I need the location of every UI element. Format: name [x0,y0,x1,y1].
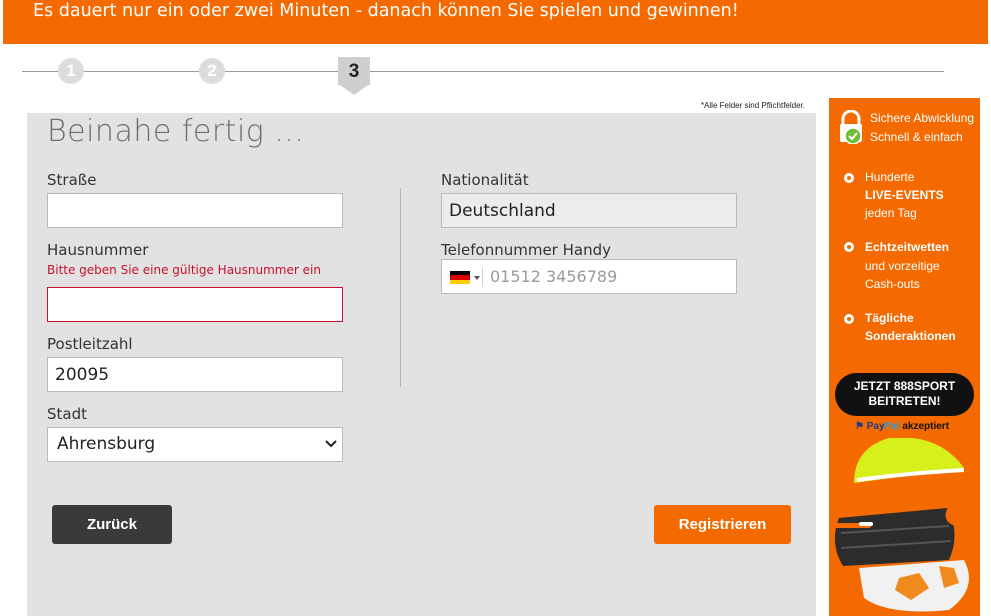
city-label: Stadt [47,405,87,423]
promo-sidebar: Sichere Abwicklung Schnell & einfach Hun… [829,98,980,616]
step-3-active: 3 [338,57,370,85]
progress-line [22,71,944,72]
paypal-logo-pal: Pal [884,421,900,432]
lock-icon [840,110,862,144]
bullet-icon [844,314,854,324]
column-divider [400,188,401,387]
step-2: 2 [199,58,225,84]
paypal-accepted: ⚑ PayPal akzeptiert [855,421,949,432]
house-number-label: Hausnummer [47,241,149,259]
banner-text: Es dauert nur ein oder zwei Minuten - da… [33,1,739,21]
city-selected-value: Ahrensburg [57,434,156,454]
phone-field[interactable]: 01512 3456789 [441,259,737,294]
phone-separator [482,267,483,287]
germany-flag-icon[interactable] [450,271,470,284]
required-fields-note: *Alle Felder sind Pflichtfelder. [700,101,805,110]
paypal-accepted-text: akzeptiert [902,421,950,432]
bullet-3-line-2: Sonderaktionen [865,329,956,343]
bullet-2-line-2: und vorzeitige [865,259,940,273]
sports-balls-image [833,438,980,616]
house-number-input[interactable] [47,287,343,322]
nationality-field [441,193,737,228]
bullet-icon [844,242,854,252]
top-banner: Es dauert nur ein oder zwei Minuten - da… [3,0,988,44]
back-button[interactable]: Zurück [52,505,172,544]
join-button-line-2: BEITRETEN! [868,394,941,408]
house-number-error: Bitte geben Sie eine gültige Hausnummer … [47,263,321,277]
register-button[interactable]: Registrieren [654,505,791,544]
bullet-icon [844,173,854,183]
active-step-pointer [340,85,368,95]
chevron-down-icon [325,440,337,448]
country-dropdown-icon[interactable] [474,276,480,280]
join-button-line-1: JETZT 888SPORT [853,379,956,393]
street-input[interactable] [47,193,343,228]
paypal-logo-pay: Pay [866,421,885,432]
bullet-1-line-1: Hunderte [865,170,915,184]
page-title: Beinahe fertig ... [47,114,305,149]
join-888sport-button[interactable]: JETZT 888SPORT BEITRETEN! [835,373,974,416]
secure-text-2: Schnell & einfach [870,130,963,144]
postal-code-input[interactable] [47,357,343,392]
phone-placeholder: 01512 3456789 [490,267,618,286]
bullet-3-line-1: Tägliche [865,311,914,325]
paypal-icon: ⚑ [855,421,864,432]
step-1: 1 [58,58,84,84]
street-label: Straße [47,171,97,189]
bullet-2-line-3: Cash-outs [865,277,920,291]
city-select[interactable]: Ahrensburg [47,427,343,462]
bullet-1-line-3: jeden Tag [865,206,917,220]
postal-code-label: Postleitzahl [47,335,133,353]
bullet-2-line-1: Echtzeitwetten [865,240,950,254]
bullet-1-line-2: LIVE-EVENTS [865,188,944,202]
phone-label: Telefonnummer Handy [441,241,611,259]
nationality-label: Nationalität [441,171,529,189]
secure-text-1: Sichere Abwicklung [870,111,975,125]
